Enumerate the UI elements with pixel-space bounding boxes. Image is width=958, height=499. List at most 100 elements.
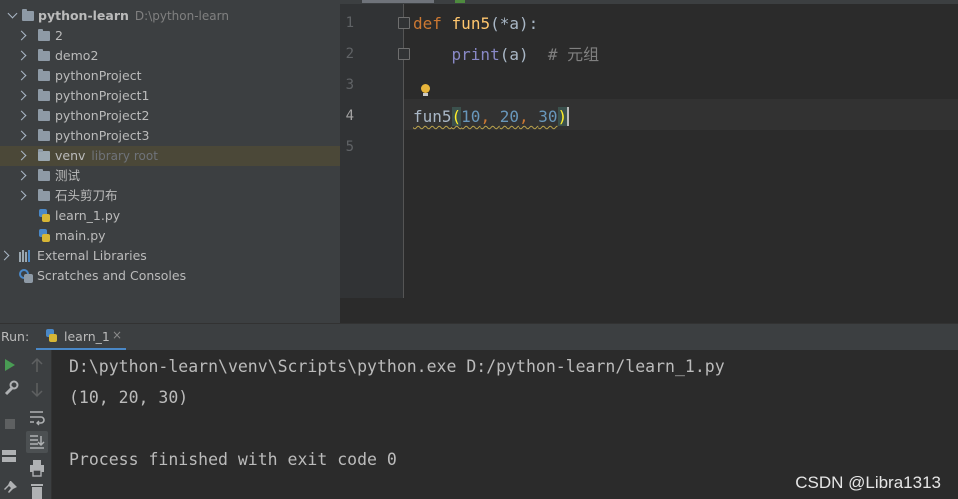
soft-wrap-button[interactable] — [26, 406, 48, 428]
scroll-to-end-button[interactable] — [26, 431, 48, 453]
tree-item-learn-1-py[interactable]: learn_1.py — [0, 206, 340, 226]
run-toolbar-primary — [0, 350, 22, 499]
tree-item-label: venv — [55, 148, 86, 163]
tree-item-pythonproject2[interactable]: pythonProject2 — [0, 106, 340, 126]
soft-wrap-icon — [30, 411, 45, 426]
project-tool-window: python-learn D:\python-learn 2 demo2 pyth… — [0, 0, 340, 323]
separator: , — [518, 107, 539, 126]
external-libraries-icon — [19, 250, 32, 262]
editor-gutter: 1 2 3 4 5 — [340, 4, 410, 298]
code-line-4[interactable]: fun5(10, 20, 30) — [413, 101, 570, 132]
tree-item-label: 测试 — [55, 168, 81, 183]
parameters: (*a): — [490, 14, 539, 33]
fold-open-icon[interactable] — [398, 17, 410, 29]
run-tab-learn-1[interactable]: learn_1 × — [36, 324, 126, 351]
close-paren: ) — [557, 107, 568, 126]
function-call: fun5 — [413, 107, 452, 126]
tree-item-demo2[interactable]: demo2 — [0, 46, 340, 66]
editor-tab-fragment[interactable] — [362, 0, 434, 3]
python-file-icon — [38, 209, 50, 223]
tree-item-pythonproject3[interactable]: pythonProject3 — [0, 126, 340, 146]
clear-all-button[interactable] — [26, 481, 48, 499]
tree-item-label: pythonProject3 — [55, 128, 150, 143]
folder-icon — [38, 189, 50, 201]
function-name: fun5 — [451, 14, 491, 33]
editor-empty-area — [340, 298, 958, 323]
trash-icon — [31, 484, 43, 499]
tree-root-python-learn[interactable]: python-learn D:\python-learn — [0, 6, 340, 26]
tree-item-label: 石头剪刀布 — [55, 188, 118, 203]
print-button[interactable] — [26, 457, 48, 479]
chevron-right-icon[interactable] — [16, 50, 27, 61]
tree-item-ceshi[interactable]: 测试 — [0, 166, 340, 186]
wrench-icon — [4, 380, 19, 396]
tree-item-external-libraries[interactable]: External Libraries — [0, 246, 340, 266]
chevron-right-icon[interactable] — [0, 250, 10, 261]
tree-item-pythonproject1[interactable]: pythonProject1 — [0, 86, 340, 106]
rerun-button[interactable] — [0, 354, 22, 376]
chevron-right-icon[interactable] — [16, 90, 27, 101]
tree-item-label: learn_1.py — [55, 208, 121, 223]
editor-tab-marker — [455, 0, 465, 3]
folder-icon — [38, 29, 50, 41]
scroll-up-button[interactable] — [26, 354, 48, 376]
arrow-down-icon — [31, 383, 43, 398]
tree-item-label: pythonProject2 — [55, 108, 150, 123]
tree-item-venv[interactable]: venv library root — [0, 146, 340, 166]
arg-number: 20 — [499, 107, 519, 126]
tree-item-rock-paper-scissors[interactable]: 石头剪刀布 — [0, 186, 340, 206]
tree-item-scratches[interactable]: Scratches and Consoles — [0, 266, 340, 286]
separator: , — [480, 107, 500, 126]
scroll-down-button[interactable] — [26, 379, 48, 401]
folder-icon — [38, 109, 50, 121]
watermark: CSDN @Libra1313 — [795, 473, 941, 492]
edit-configuration-button[interactable] — [0, 377, 22, 399]
run-tab-label: learn_1 — [64, 329, 110, 344]
lightbulb-icon[interactable] — [420, 84, 430, 98]
builtin-print: print — [451, 45, 500, 64]
chevron-right-icon[interactable] — [16, 30, 27, 41]
tree-item-main-py[interactable]: main.py — [0, 226, 340, 246]
tree-item-pythonproject[interactable]: pythonProject — [0, 66, 340, 86]
chevron-right-icon[interactable] — [16, 130, 27, 141]
stop-icon — [5, 419, 15, 429]
stop-button[interactable] — [0, 413, 22, 435]
arg-number: 10 — [461, 107, 481, 126]
python-file-icon — [38, 229, 50, 243]
console-output-line: D:\python-learn\venv\Scripts\python.exe … — [69, 357, 725, 376]
code-line-1[interactable]: def fun5(*a): — [413, 8, 538, 39]
layout-button[interactable] — [0, 445, 22, 467]
layout-icon — [2, 450, 16, 462]
chevron-right-icon[interactable] — [16, 70, 27, 81]
open-paren: ( — [451, 107, 462, 126]
run-tool-window-header: Run: learn_1 × — [0, 323, 958, 351]
run-toolbar-secondary — [22, 350, 52, 499]
play-icon — [5, 359, 15, 371]
tree-item-label: 2 — [55, 28, 63, 43]
tree-item-label: Scratches and Consoles — [37, 268, 187, 283]
tree-item-label: External Libraries — [37, 248, 147, 263]
line-number: 5 — [345, 139, 354, 155]
chevron-right-icon[interactable] — [16, 110, 27, 121]
pin-tab-button[interactable] — [0, 477, 22, 499]
python-file-icon — [45, 329, 57, 343]
code-line-2[interactable]: print(a) # 元组 — [413, 39, 600, 70]
tree-item-label: main.py — [55, 228, 106, 243]
chevron-right-icon[interactable] — [16, 150, 27, 161]
scroll-to-end-icon — [30, 435, 45, 449]
folder-icon — [38, 69, 50, 81]
library-root-hint: library root — [91, 149, 158, 163]
line-number: 1 — [345, 15, 354, 31]
tree-item-2[interactable]: 2 — [0, 26, 340, 46]
line-number: 3 — [345, 77, 354, 93]
chevron-right-icon[interactable] — [16, 170, 27, 181]
code-editor[interactable]: 1 2 3 4 5 def fun5(*a): print(a) # 元组 fu… — [340, 4, 958, 323]
library-folder-icon — [38, 149, 50, 161]
close-icon[interactable]: × — [112, 328, 122, 342]
pin-icon — [4, 481, 17, 493]
chevron-down-icon[interactable] — [7, 8, 18, 19]
fold-close-icon[interactable] — [398, 48, 410, 60]
chevron-right-icon[interactable] — [16, 190, 27, 201]
text-caret — [567, 107, 570, 126]
tree-item-label: demo2 — [55, 48, 99, 63]
